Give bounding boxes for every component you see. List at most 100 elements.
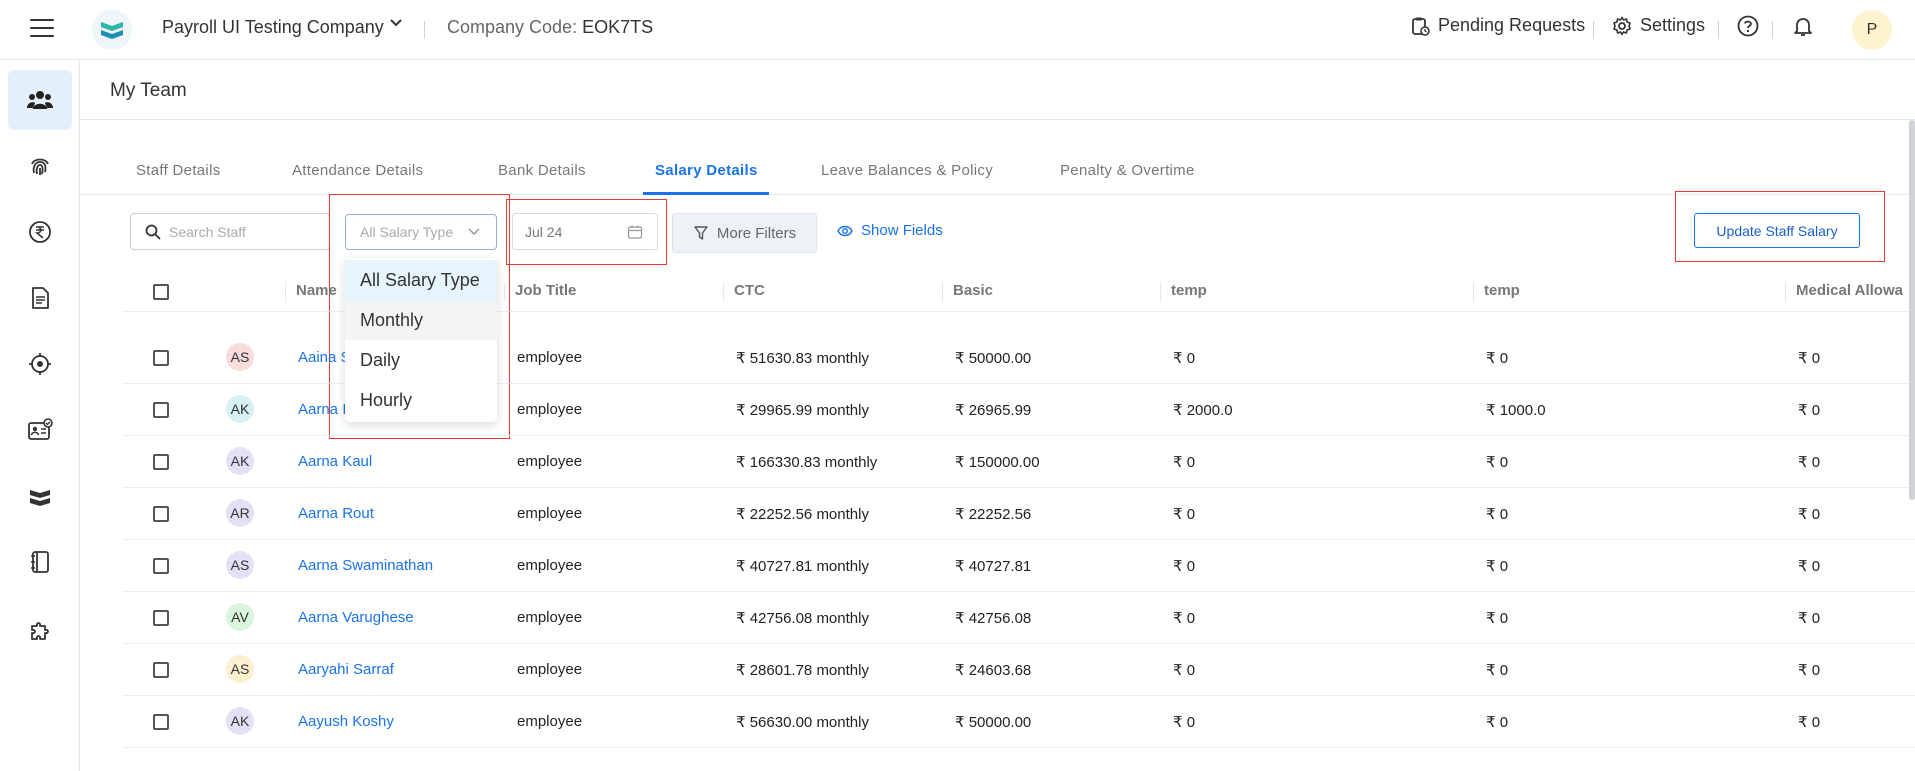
temp-cell: ₹ 0 <box>1173 454 1196 471</box>
settings-label: Settings <box>1640 15 1706 35</box>
column-header-temp[interactable]: temp <box>1473 282 1520 302</box>
search-icon <box>145 224 161 240</box>
salary-type-option-monthly[interactable]: Monthly <box>345 300 497 340</box>
more-filters-label: More Filters <box>716 224 797 242</box>
sidebar-item-team[interactable] <box>8 70 72 130</box>
staff-name-link[interactable]: Aayush Koshy <box>298 713 394 730</box>
row-checkbox[interactable] <box>153 610 169 626</box>
sidebar-item-attendance[interactable] <box>8 137 72 197</box>
ctc-cell: ₹ 166330.83 monthly <box>736 454 878 471</box>
show-fields-button[interactable]: Show Fields <box>837 222 943 239</box>
pending-requests-button[interactable]: Pending Requests <box>1410 15 1585 36</box>
temp-cell: ₹ 0 <box>1486 454 1509 471</box>
tab-attendance-details[interactable]: Attendance Details <box>292 162 423 179</box>
ctc-cell: ₹ 29965.99 monthly <box>736 402 869 419</box>
sidebar-item-verification[interactable] <box>8 400 72 460</box>
row-checkbox[interactable] <box>153 454 169 470</box>
staff-name-link[interactable]: Aarna Rout <box>298 505 374 522</box>
calendar-icon <box>627 225 643 239</box>
sidebar-item-integrations[interactable] <box>8 600 72 660</box>
table-row[interactable]: AV Aarna Varughese employee ₹ 42756.08 mont… <box>123 592 1915 644</box>
row-checkbox[interactable] <box>153 558 169 574</box>
medical-allowance-cell: ₹ 0 <box>1798 714 1821 731</box>
tab-salary-details[interactable]: Salary Details <box>655 162 758 179</box>
salary-type-select[interactable]: All Salary Type <box>345 214 497 250</box>
column-header-basic[interactable]: Basic <box>942 282 993 302</box>
month-picker[interactable]: Jul 24 <box>512 213 658 250</box>
salary-type-option-all[interactable]: All Salary Type <box>345 260 497 300</box>
bell-icon[interactable] <box>1792 15 1814 42</box>
update-staff-salary-button[interactable]: Update Staff Salary <box>1694 213 1860 248</box>
row-checkbox[interactable] <box>153 714 169 730</box>
table-row[interactable]: AK Aayush Koshy employee ₹ 56630.00 monthly… <box>123 696 1915 748</box>
month-picker-value: Jul 24 <box>525 223 563 240</box>
user-avatar[interactable]: P <box>1852 10 1892 50</box>
divider <box>1593 21 1594 39</box>
gear-icon <box>1613 16 1631 35</box>
salary-type-option-hourly[interactable]: Hourly <box>345 380 497 420</box>
temp-cell: ₹ 2000.0 <box>1173 402 1233 419</box>
staff-name-link[interactable]: Aaina S <box>298 349 351 366</box>
temp-cell: ₹ 0 <box>1486 662 1509 679</box>
staff-name-link[interactable]: Aarna I <box>298 401 346 418</box>
staff-name-link[interactable]: Aaryahi Sarraf <box>298 661 394 678</box>
staff-name-link[interactable]: Aarna Kaul <box>298 453 372 470</box>
table-row[interactable]: AS Aarna Swaminathan employee ₹ 40727.81 mo… <box>123 540 1915 592</box>
sidebar <box>0 60 80 771</box>
row-checkbox[interactable] <box>153 662 169 678</box>
settings-button[interactable]: Settings <box>1612 15 1705 36</box>
tab-leave-balances-policy[interactable]: Leave Balances & Policy <box>821 162 993 179</box>
sidebar-item-reports[interactable] <box>8 532 72 592</box>
job-title-cell: employee <box>517 713 583 730</box>
table-row[interactable]: AR Aarna Rout employee ₹ 22252.56 monthly ₹ … <box>123 488 1915 540</box>
column-header-ctc[interactable]: CTC <box>723 282 765 302</box>
column-header-name[interactable]: Name <box>285 282 337 302</box>
more-filters-button[interactable]: More Filters <box>672 213 817 253</box>
temp-cell: ₹ 0 <box>1486 714 1509 731</box>
staff-avatar: AS <box>226 343 254 371</box>
ledger-icon <box>31 551 49 573</box>
temp-cell: ₹ 0 <box>1486 506 1509 523</box>
filter-icon <box>694 226 708 240</box>
search-staff-input[interactable] <box>169 223 319 240</box>
column-header-medical-allowance[interactable]: Medical Allowa <box>1785 282 1903 302</box>
basic-cell: ₹ 50000.00 <box>955 714 1032 731</box>
tab-staff-details[interactable]: Staff Details <box>136 162 221 179</box>
tab-bank-details[interactable]: Bank Details <box>498 162 586 179</box>
vertical-scrollbar[interactable] <box>1909 120 1915 500</box>
id-card-icon <box>28 418 53 440</box>
medical-allowance-cell: ₹ 0 <box>1798 506 1821 523</box>
salary-type-option-daily[interactable]: Daily <box>345 340 497 380</box>
temp-cell: ₹ 0 <box>1486 558 1509 575</box>
ctc-cell: ₹ 56630.00 monthly <box>736 714 869 731</box>
hamburger-menu-icon[interactable] <box>30 19 54 39</box>
ctc-cell: ₹ 22252.56 monthly <box>736 506 869 523</box>
table-row[interactable]: AS Aaryahi Sarraf employee ₹ 28601.78 month… <box>123 644 1915 696</box>
job-title-cell: employee <box>517 401 583 418</box>
page-header: My Team <box>80 60 1915 120</box>
staff-name-link[interactable]: Aarna Swaminathan <box>298 557 433 574</box>
column-header-temp[interactable]: temp <box>1160 282 1207 302</box>
sidebar-item-payroll[interactable] <box>8 202 72 262</box>
select-all-checkbox[interactable] <box>153 284 169 300</box>
table-row[interactable]: AK Aarna Kaul employee ₹ 166330.83 monthly ₹… <box>123 436 1915 488</box>
search-staff-field[interactable] <box>130 213 330 250</box>
temp-cell: ₹ 1000.0 <box>1486 402 1546 419</box>
row-checkbox[interactable] <box>153 402 169 418</box>
temp-cell: ₹ 0 <box>1486 350 1509 367</box>
company-name[interactable]: Payroll UI Testing Company <box>162 17 384 38</box>
help-icon[interactable] <box>1737 15 1759 42</box>
sidebar-item-tracking[interactable] <box>8 334 72 394</box>
row-checkbox[interactable] <box>153 506 169 522</box>
staff-avatar: AR <box>226 499 254 527</box>
sidebar-item-documents[interactable] <box>8 268 72 328</box>
basic-cell: ₹ 22252.56 <box>955 506 1032 523</box>
job-title-cell: employee <box>517 661 583 678</box>
tab-penalty-overtime[interactable]: Penalty & Overtime <box>1060 162 1195 179</box>
staff-name-link[interactable]: Aarna Varughese <box>298 609 414 626</box>
row-checkbox[interactable] <box>153 350 169 366</box>
column-header-job-title[interactable]: Job Title <box>504 282 576 302</box>
sidebar-item-learning[interactable] <box>8 467 72 527</box>
medical-allowance-cell: ₹ 0 <box>1798 402 1821 419</box>
company-switch-chevron-icon[interactable] <box>388 14 404 35</box>
